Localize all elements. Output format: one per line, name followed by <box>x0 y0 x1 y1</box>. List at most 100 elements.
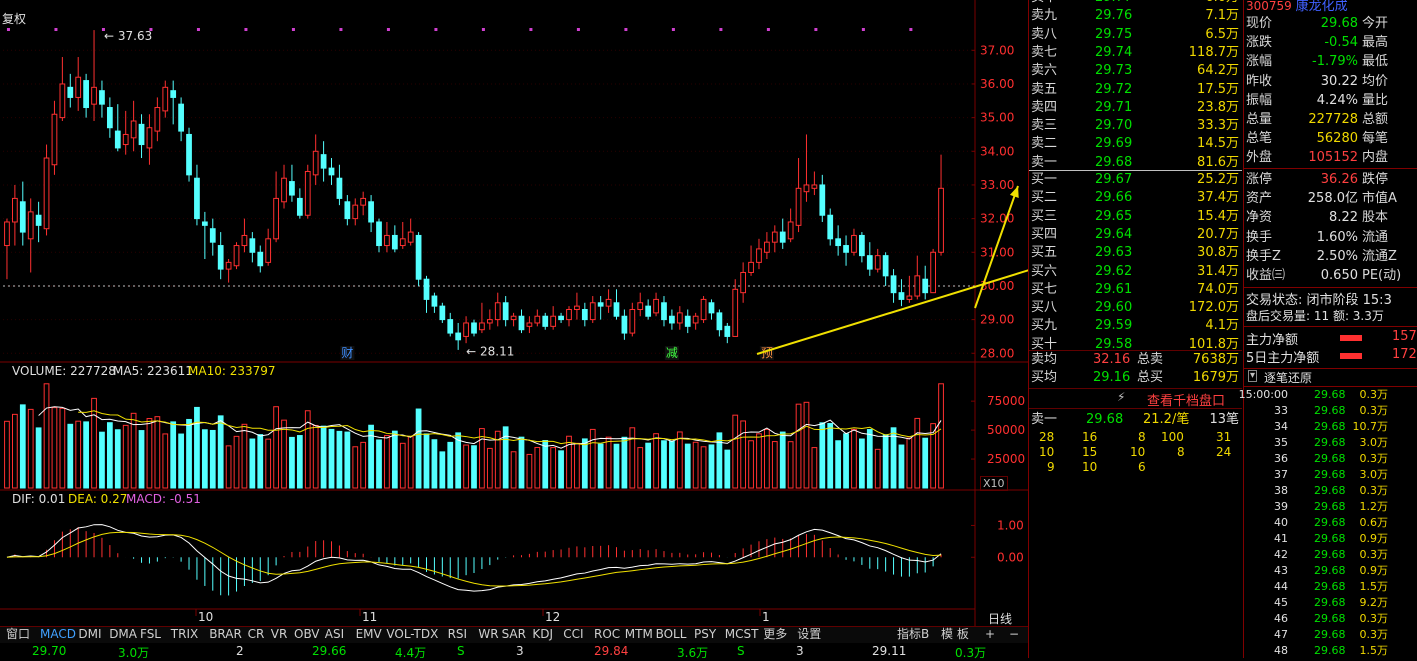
thousand-level-button[interactable]: ⚡ 查看千档盘口 <box>1029 388 1242 409</box>
quote-key: 资产 <box>1246 191 1273 207</box>
indicator-tab[interactable]: WR <box>478 626 498 642</box>
quote-value: 56280 <box>1316 131 1358 147</box>
buy-level[interactable]: 买一 29.67 25.2万 <box>1031 170 1241 189</box>
indicator-tab[interactable]: ROC <box>594 626 620 642</box>
indicator-tab[interactable]: DMI <box>78 626 101 642</box>
volume-bar <box>439 451 446 489</box>
volume-bar <box>914 417 921 489</box>
status-field: 4.4万 <box>395 646 427 660</box>
indicator-tab[interactable]: ASI <box>325 626 344 642</box>
indicator-tab[interactable]: CR <box>248 626 265 642</box>
main-net-label[interactable]: 主力净额 <box>1246 329 1298 348</box>
volume-bar <box>898 444 905 489</box>
tab-right-control[interactable]: − <box>1009 626 1019 642</box>
buy-level[interactable]: 买九 29.59 4.1万 <box>1031 316 1241 335</box>
indicator-tab[interactable]: VR <box>271 626 288 642</box>
main-net5-label[interactable]: 5日主力净额 <box>1246 347 1319 366</box>
indicator-tab[interactable]: 窗口 <box>6 626 30 642</box>
indicator-tab[interactable]: OBV <box>294 626 320 642</box>
sell-level[interactable]: 卖六 29.73 64.2万 <box>1031 61 1241 80</box>
indicator-tab[interactable]: SAR <box>502 626 526 642</box>
x-label: 12 <box>545 610 560 624</box>
indicator-tab[interactable]: KDJ <box>532 626 553 642</box>
indicator-tab[interactable]: DMA <box>109 626 137 642</box>
tick-expand-icon[interactable]: ▾ <box>1248 370 1258 382</box>
volume-bar <box>756 433 762 489</box>
buy-level[interactable]: 买三 29.65 15.4万 <box>1031 207 1241 226</box>
tick-row: 44 29.68 1.5万 <box>1274 580 1388 593</box>
indicator-tab[interactable]: BRAR <box>209 626 242 642</box>
sell-level[interactable]: 卖五 29.72 17.5万 <box>1031 80 1241 99</box>
sell-level[interactable]: 卖九 29.76 7.1万 <box>1031 6 1241 25</box>
buy-level[interactable]: 买六 29.62 31.4万 <box>1031 262 1241 281</box>
tick-title[interactable]: 逐笔还原 <box>1264 369 1312 386</box>
sell-level[interactable]: 卖七 29.74 118.7万 <box>1031 43 1241 62</box>
buy-level[interactable]: 买七 29.61 74.0万 <box>1031 280 1241 299</box>
sell-level[interactable]: 卖一 29.68 81.6万 <box>1031 153 1241 172</box>
quote-row: 涨跌 -0.54 最高 <box>1246 33 1416 52</box>
volume-bar <box>748 440 754 489</box>
buy-level[interactable]: 买四 29.64 20.7万 <box>1031 225 1241 244</box>
sell-level[interactable]: 卖四 29.71 23.8万 <box>1031 98 1241 117</box>
restore-right-label[interactable]: 复权 <box>2 10 26 27</box>
indicator-tab[interactable]: MTM <box>625 626 653 642</box>
tab-right-control[interactable]: 模 板 <box>941 626 969 642</box>
indicator-tab[interactable]: 更多 <box>763 626 787 642</box>
buy-level[interactable]: 买二 29.66 37.4万 <box>1031 188 1241 207</box>
level-price: 29.75 <box>1095 26 1133 42</box>
volume-bar <box>296 435 303 489</box>
indicator-tab[interactable]: MACD <box>40 626 76 642</box>
indicator-tab[interactable]: MCST <box>725 626 759 642</box>
candle-body <box>178 103 184 132</box>
volume-bar <box>740 420 747 489</box>
buy-level[interactable]: 买五 29.63 30.8万 <box>1031 243 1241 262</box>
status-field: 29.66 <box>312 644 347 658</box>
level-label: 卖六 <box>1031 63 1058 79</box>
sell-level[interactable]: 卖二 29.69 14.5万 <box>1031 134 1241 153</box>
indicator-tab[interactable]: 设置 <box>797 626 821 642</box>
buy-level[interactable]: 买八 29.60 172.0万 <box>1031 298 1241 317</box>
candle-body <box>589 302 596 321</box>
indicator-tab[interactable]: RSI <box>448 626 468 642</box>
candle-body <box>819 184 826 216</box>
volume-bar <box>194 406 200 489</box>
indicator-tab[interactable]: PSY <box>694 626 716 642</box>
volume-bar <box>4 420 10 489</box>
volume-legend-ma10: MA10: 233797 <box>188 364 276 378</box>
indicator-tab[interactable]: VOL-TDX <box>386 626 438 642</box>
volume-bar <box>645 442 652 489</box>
indicator-tab[interactable]: FSL <box>140 626 161 642</box>
book-divider <box>1029 350 1242 351</box>
indicator-tab[interactable]: TRIX <box>171 626 198 642</box>
kline-chart-area[interactable]: 37.0036.0035.0034.0033.0032.0031.0030.00… <box>0 0 1028 626</box>
tick-row: 39 29.68 1.2万 <box>1274 500 1388 513</box>
candle-body <box>391 234 398 250</box>
level-label: 买八 <box>1031 300 1058 316</box>
indicator-tab[interactable]: CCI <box>563 626 583 642</box>
level-price: 29.61 <box>1095 281 1133 297</box>
volume-bar <box>431 439 438 489</box>
volume-bar <box>447 441 454 489</box>
tab-right-control[interactable]: + <box>985 626 995 642</box>
sell-level[interactable]: 卖八 29.75 6.5万 <box>1031 25 1241 44</box>
queue-order: 15 <box>1082 445 1098 459</box>
status-field: 2 <box>236 644 244 658</box>
status-field: S <box>737 644 745 658</box>
level-volume: 31.4万 <box>1197 263 1239 279</box>
quote-key: 换手Z <box>1246 248 1281 264</box>
volume-bar <box>51 407 58 489</box>
indicator-tab[interactable]: BOLL <box>656 626 687 642</box>
main-net5-value: 172 <box>1392 347 1417 362</box>
candle-body <box>558 315 564 321</box>
indicator-tab[interactable]: EMV <box>356 626 382 642</box>
volume-bar <box>534 446 541 489</box>
status-field: 3 <box>796 644 804 658</box>
period-label[interactable]: 日线 <box>988 610 1012 627</box>
tab-right-control[interactable]: 指标B <box>897 626 929 642</box>
candle-body <box>486 319 493 324</box>
sell-level[interactable]: 卖三 29.70 33.3万 <box>1031 116 1241 135</box>
level-label: 卖三 <box>1031 118 1058 134</box>
quote-key2: 流通Z <box>1362 248 1397 264</box>
volume-bar <box>114 429 121 489</box>
tick-row: 38 29.68 0.3万 <box>1274 484 1388 497</box>
